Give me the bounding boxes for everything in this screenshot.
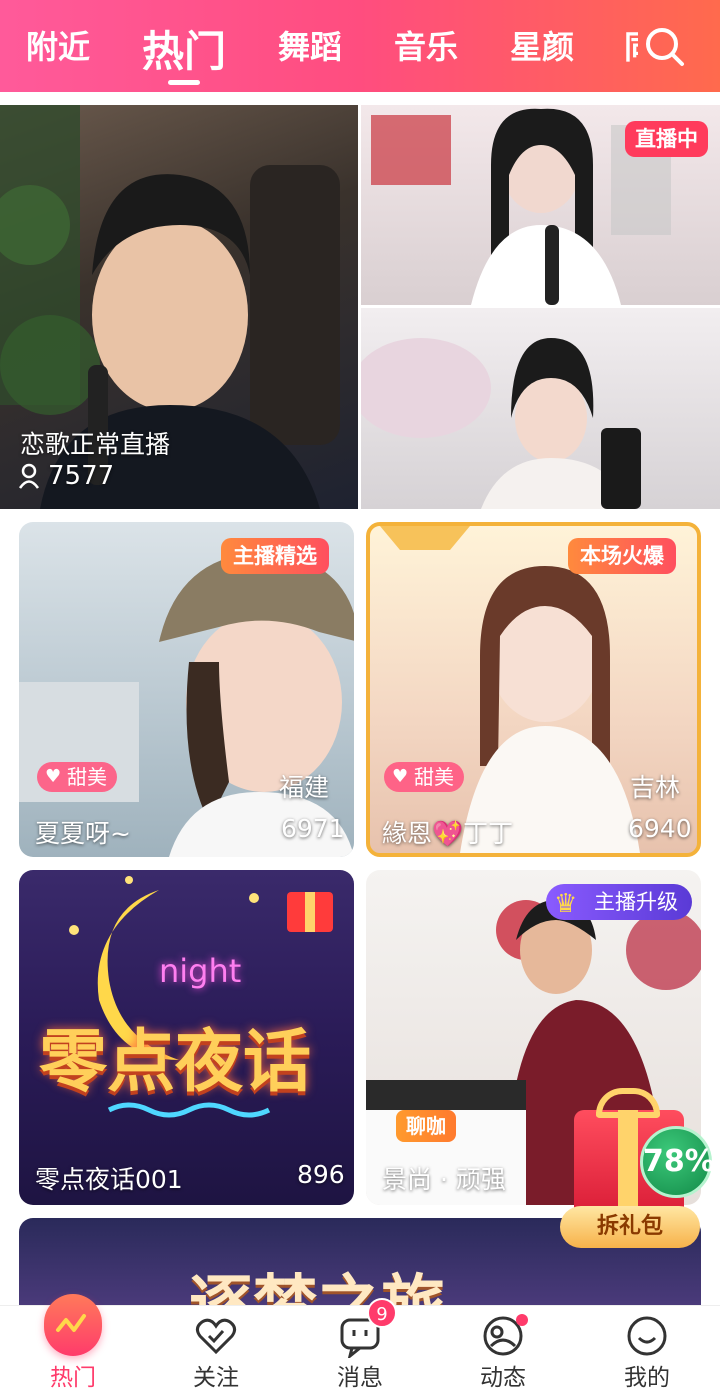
heart-check-icon bbox=[195, 1318, 237, 1355]
card2-tag-label: 甜美 bbox=[414, 765, 454, 789]
card3-poster-title: 零点夜话 bbox=[39, 1023, 312, 1102]
gift-bow bbox=[596, 1088, 660, 1118]
nav-moments[interactable]: 动态 bbox=[448, 1306, 558, 1399]
nav-messages-label: 消息 bbox=[337, 1365, 383, 1391]
live-card-1[interactable]: 主播精选 ♥ 甜美 福建 夏夏呀~ 6971 bbox=[19, 522, 354, 857]
heart-icon: ♥ bbox=[392, 766, 409, 787]
nav-messages[interactable]: 9 消息 bbox=[305, 1298, 415, 1399]
card2-location: 吉林 bbox=[630, 773, 681, 802]
card2-tag: ♥ 甜美 bbox=[384, 762, 464, 792]
gift-widget[interactable]: 78% 拆礼包 bbox=[560, 1082, 718, 1252]
live-card-2[interactable]: 本场火爆 ♥ 甜美 吉林 緣恩💖丁丁 6940 bbox=[366, 522, 701, 857]
nav-me-label: 我的 bbox=[624, 1365, 670, 1391]
message-count-badge: 9 bbox=[367, 1298, 397, 1328]
card3-name: 零点夜话001 bbox=[35, 1165, 183, 1194]
nav-follow-label: 关注 bbox=[193, 1365, 239, 1391]
top-tab-bar: 附近 热门 舞蹈 音乐 星颜 同 bbox=[0, 0, 720, 92]
gift-progress-percent: 78% bbox=[640, 1126, 715, 1198]
open-gift-button[interactable]: 拆礼包 bbox=[560, 1206, 700, 1248]
middle-right-thumbnail bbox=[361, 338, 641, 509]
nav-follow[interactable]: 关注 bbox=[161, 1306, 271, 1399]
card1-location: 福建 bbox=[279, 773, 330, 802]
card1-name: 夏夏呀~ bbox=[35, 819, 131, 848]
card4-tag: 聊咖 bbox=[396, 1110, 456, 1142]
tab-overflow-partial[interactable]: 同 bbox=[624, 22, 638, 66]
card2-hot-badge: 本场火爆 bbox=[568, 538, 676, 574]
active-tab-indicator bbox=[168, 80, 200, 85]
card2-name: 緣恩💖丁丁 bbox=[382, 819, 514, 848]
nav-moments-label: 动态 bbox=[480, 1365, 526, 1391]
featured-viewer-count: 7577 bbox=[48, 461, 115, 491]
card3-poster-sub: night bbox=[159, 952, 242, 990]
flame-icon bbox=[44, 1294, 102, 1356]
card4-badge-label: 主播升级 bbox=[594, 890, 678, 914]
tab-music[interactable]: 音乐 bbox=[394, 22, 458, 68]
smile-icon bbox=[627, 1316, 667, 1356]
viewer-icon bbox=[18, 463, 40, 489]
search-icon[interactable] bbox=[640, 22, 690, 72]
card3-count: 896 bbox=[297, 1160, 345, 1189]
card1-featured-badge: 主播精选 bbox=[221, 538, 329, 574]
nav-hot[interactable]: 热门 bbox=[18, 1294, 128, 1399]
card1-tag-label: 甜美 bbox=[67, 765, 107, 789]
featured-live-card[interactable]: 恋歌正常直播 7577 bbox=[0, 105, 358, 509]
live-status-badge: 直播中 bbox=[625, 121, 708, 157]
tab-dance[interactable]: 舞蹈 bbox=[278, 22, 342, 68]
live-card-top-right[interactable]: 直播中 bbox=[361, 105, 720, 305]
nav-hot-label: 热门 bbox=[50, 1365, 96, 1391]
live-card-3[interactable]: night 零点夜话 零点夜话001 896 bbox=[19, 870, 354, 1205]
heart-icon: ♥ bbox=[45, 766, 62, 787]
card4-name: 景尚 · 顽强 bbox=[382, 1165, 506, 1194]
bottom-navigation: 热门 关注 9 消息 动态 我的 bbox=[0, 1294, 720, 1399]
nav-me[interactable]: 我的 bbox=[592, 1306, 702, 1399]
card1-tag: ♥ 甜美 bbox=[37, 762, 117, 792]
moments-new-dot bbox=[516, 1314, 528, 1326]
featured-title: 恋歌正常直播 bbox=[20, 430, 171, 459]
live-card-middle-right[interactable] bbox=[361, 308, 720, 509]
card1-count: 6971 bbox=[281, 814, 345, 843]
card4-upgrade-badge: ♛ 主播升级 bbox=[546, 884, 692, 920]
tab-nearby[interactable]: 附近 bbox=[26, 22, 90, 68]
tab-xingyan[interactable]: 星颜 bbox=[510, 22, 574, 68]
crown-icon: ♛ bbox=[554, 889, 578, 919]
app-root: { "tabs": [ {"label": "附近", "active": fa… bbox=[0, 0, 720, 1399]
card2-count: 6940 bbox=[628, 814, 692, 843]
tab-hot[interactable]: 热门 bbox=[142, 18, 226, 79]
gift-ribbon bbox=[618, 1110, 638, 1220]
banner-title: 逐梦之旅 bbox=[189, 1254, 445, 1305]
